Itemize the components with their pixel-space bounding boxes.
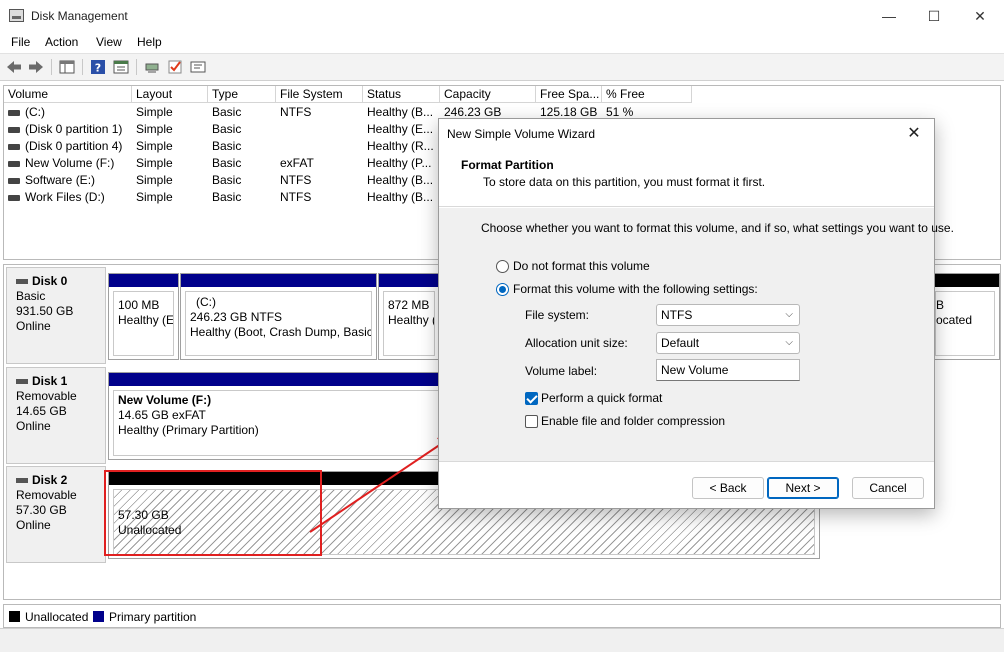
legend-swatch-unallocated — [9, 611, 20, 622]
dialog-header: Format Partition To store data on this p… — [439, 149, 934, 207]
column-header-free-space[interactable]: Free Spa... — [536, 86, 602, 103]
disk-icon — [16, 279, 28, 285]
compression-label[interactable]: Enable file and folder compression — [541, 414, 725, 428]
drive-icon — [8, 177, 20, 184]
chevron-down-icon: ⌵ — [785, 309, 793, 320]
refresh-icon[interactable] — [112, 58, 130, 76]
dialog-body: Choose whether you want to format this v… — [439, 208, 954, 462]
radio-format-volume[interactable] — [496, 283, 509, 296]
column-header-volume[interactable]: Volume — [4, 86, 132, 103]
quick-format-checkbox[interactable] — [525, 392, 538, 405]
dialog-close-icon[interactable]: ✕ — [904, 123, 924, 143]
back-button[interactable]: < Back — [692, 477, 764, 499]
disk-management-icon — [9, 9, 24, 22]
drive-icon — [8, 109, 20, 116]
dialog-title-bar: New Simple Volume Wizard ✕ — [439, 119, 934, 149]
legend-swatch-primary — [93, 611, 104, 622]
step-title: Format Partition — [461, 158, 554, 172]
minimize-button[interactable]: — — [866, 4, 912, 28]
instructions-text: Choose whether you want to format this v… — [481, 221, 954, 235]
file-system-select[interactable]: NTFS ⌵ — [656, 304, 800, 326]
compression-checkbox[interactable] — [525, 415, 538, 428]
back-arrow-icon[interactable] — [5, 58, 23, 76]
partition-disk0-efi[interactable]: 100 MB Healthy (EF — [108, 273, 179, 360]
toolbar: ? — [0, 53, 1004, 81]
drive-icon — [8, 126, 20, 133]
connect-icon[interactable] — [143, 58, 161, 76]
menu-help[interactable]: Help — [137, 35, 162, 49]
drive-icon — [8, 143, 20, 150]
disk-0-label[interactable]: Disk 0 Basic 931.50 GB Online — [6, 267, 106, 364]
title-bar: Disk Management — ☐ ✕ — [0, 0, 1004, 31]
dialog-title: New Simple Volume Wizard — [447, 127, 596, 141]
annotation-highlight-box — [104, 470, 322, 556]
radio-do-not-format-label[interactable]: Do not format this volume — [513, 259, 650, 273]
menu-action[interactable]: Action — [45, 35, 78, 49]
volume-label-input[interactable]: New Volume — [656, 359, 800, 381]
close-button[interactable]: ✕ — [957, 4, 1003, 28]
column-header-type[interactable]: Type — [208, 86, 276, 103]
chevron-down-icon: ⌵ — [785, 337, 793, 348]
menu-view[interactable]: View — [96, 35, 122, 49]
toolbar-separator — [51, 59, 52, 75]
menu-file[interactable]: File — [11, 35, 30, 49]
column-header-layout[interactable]: Layout — [132, 86, 208, 103]
properties-icon[interactable] — [189, 58, 207, 76]
partition-disk1-new-volume[interactable]: New Volume (F:) 14.65 GB exFAT Healthy (… — [108, 372, 448, 460]
radio-format-volume-label[interactable]: Format this volume with the following se… — [513, 282, 758, 296]
step-subtitle: To store data on this partition, you mus… — [483, 175, 766, 189]
svg-text:?: ? — [95, 62, 101, 75]
quick-format-label[interactable]: Perform a quick format — [541, 391, 662, 405]
legend-label-primary: Primary partition — [109, 610, 197, 624]
drive-icon — [8, 160, 20, 167]
column-header-file-system[interactable]: File System — [276, 86, 363, 103]
window-title: Disk Management — [31, 9, 128, 23]
maximize-button[interactable]: ☐ — [911, 4, 957, 28]
toolbar-separator — [82, 59, 83, 75]
column-header-status[interactable]: Status — [363, 86, 440, 103]
forward-arrow-icon[interactable] — [27, 58, 45, 76]
allocation-unit-label: Allocation unit size: — [525, 336, 628, 350]
status-bar — [0, 628, 1004, 652]
volume-label-label: Volume label: — [525, 364, 598, 378]
cancel-button[interactable]: Cancel — [852, 477, 924, 499]
column-header-percent-free[interactable]: % Free — [602, 86, 692, 103]
disk-1-label[interactable]: Disk 1 Removable 14.65 GB Online — [6, 367, 106, 464]
help-icon[interactable]: ? — [89, 58, 107, 76]
new-simple-volume-wizard: New Simple Volume Wizard ✕ Format Partit… — [438, 118, 954, 509]
toolbar-separator — [136, 59, 137, 75]
disk-icon — [16, 379, 28, 385]
menu-bar: File Action View Help — [0, 31, 1004, 53]
disk-icon — [16, 478, 28, 484]
drive-icon — [8, 194, 20, 201]
partition-disk0-c[interactable]: (C:) 246.23 GB NTFS Healthy (Boot, Crash… — [180, 273, 377, 360]
check-icon[interactable] — [166, 58, 184, 76]
partition-disk0-recovery[interactable]: 872 MB Healthy (R — [378, 273, 440, 360]
disk-2-label[interactable]: Disk 2 Removable 57.30 GB Online — [6, 466, 106, 563]
radio-do-not-format[interactable] — [496, 260, 509, 273]
file-system-label: File system: — [525, 308, 590, 322]
partition-disk0-unallocated[interactable]: B ocated — [930, 273, 1000, 360]
legend-label-unallocated: Unallocated — [25, 610, 89, 624]
allocation-unit-select[interactable]: Default ⌵ — [656, 332, 800, 354]
console-tree-icon[interactable] — [58, 58, 76, 76]
legend: Unallocated Primary partition — [3, 604, 1001, 628]
next-button[interactable]: Next > — [767, 477, 839, 499]
column-header-capacity[interactable]: Capacity — [440, 86, 536, 103]
